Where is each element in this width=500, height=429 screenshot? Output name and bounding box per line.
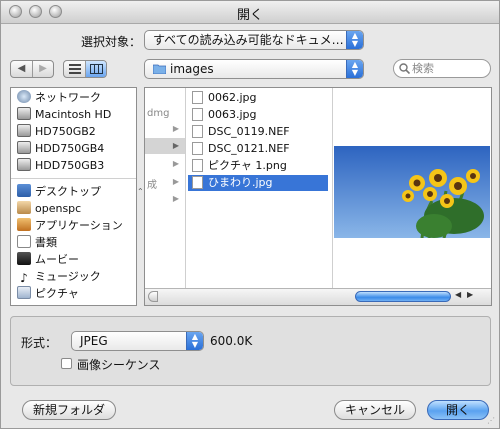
filter-label: 選択対象：	[81, 35, 142, 49]
image-file-icon	[192, 159, 203, 172]
horizontal-scrollbar[interactable]: ◀ ▶	[145, 288, 491, 305]
disclosure-arrow-icon: ▶	[172, 194, 179, 203]
sidebar-item-hdd750gb4[interactable]: HDD750GB4	[17, 141, 104, 157]
popup-arrows-icon: ▲ ▼	[186, 332, 203, 350]
new-folder-button[interactable]: 新規フォルダ	[22, 400, 116, 420]
disclosure-arrow-icon: ▶	[172, 124, 179, 133]
hard-disk-icon	[17, 158, 31, 171]
title-bar: 開く	[1, 1, 499, 24]
back-forward-control: ◀ ▶	[10, 60, 54, 78]
applications-icon	[17, 218, 31, 231]
sidebar-item-hdd750gb3[interactable]: HDD750GB3	[17, 158, 104, 174]
raw-file-icon	[192, 125, 203, 138]
file-row[interactable]: ピクチャ 1.png	[188, 158, 328, 174]
location-value: images	[170, 62, 214, 76]
sidebar-item-documents[interactable]: 書類	[17, 235, 57, 251]
list-view-icon	[68, 64, 81, 74]
network-icon	[17, 90, 31, 103]
format-panel	[10, 316, 491, 386]
image-sequence-label: 画像シーケンス	[77, 358, 161, 372]
filter-popup[interactable]: すべての読み込み可能なドキュメ… ▲ ▼	[144, 30, 364, 50]
disclosure-arrow-icon: ▶	[172, 141, 179, 150]
sidebar-item-network[interactable]: ネットワーク	[17, 90, 101, 106]
open-dialog: 開く 選択対象： すべての読み込み可能なドキュメ… ▲ ▼ ◀ ▶ images …	[0, 0, 500, 429]
folder-icon	[152, 64, 167, 75]
image-file-icon	[192, 108, 203, 121]
forward-button[interactable]: ▶	[33, 61, 53, 77]
column-view-icon	[89, 64, 103, 74]
image-file-icon	[192, 91, 203, 104]
sidebar-item-home[interactable]: openspc	[17, 201, 81, 217]
hard-disk-icon	[17, 124, 31, 137]
parent-column[interactable]: dmg 成 ▶ ▶ ▶ ▶ ▶	[145, 88, 186, 288]
sidebar-item-movies[interactable]: ムービー	[17, 252, 79, 268]
parent-selection-highlight	[145, 138, 185, 154]
cancel-button[interactable]: キャンセル	[334, 400, 416, 420]
hard-disk-icon	[17, 141, 31, 154]
resize-grip-icon[interactable]: ⋰	[487, 416, 497, 426]
movies-icon	[17, 252, 31, 265]
image-sequence-checkbox[interactable]	[61, 358, 72, 369]
quality-size-label: 600.0K	[210, 334, 253, 348]
sidebar-item-macintosh-hd[interactable]: Macintosh HD	[17, 107, 111, 123]
file-list-column: 0062.jpg 0063.jpg DSC_0119.NEF DSC_0121.…	[186, 88, 333, 288]
parent-column-item: 成	[147, 180, 157, 191]
desktop-icon	[17, 184, 31, 197]
image-file-icon	[192, 176, 203, 189]
location-popup[interactable]: images ▲ ▼	[144, 59, 364, 79]
window-title: 開く	[236, 8, 263, 23]
search-icon	[399, 63, 410, 74]
pictures-icon	[17, 286, 31, 299]
file-row-selected[interactable]: ひまわり.jpg	[188, 175, 328, 191]
disclosure-arrow-icon: ▶	[172, 159, 179, 168]
sidebar-item-desktop[interactable]: デスクトップ	[17, 184, 101, 200]
sidebar-item-pictures[interactable]: ピクチャ	[17, 286, 79, 302]
search-placeholder: 検索	[412, 62, 434, 75]
format-label: 形式：	[21, 336, 58, 350]
search-field[interactable]: 検索	[393, 59, 491, 78]
music-icon: ♪	[20, 271, 28, 285]
scroll-right-arrow-icon[interactable]: ▶	[467, 290, 473, 299]
preview-column	[333, 88, 491, 288]
preview-image	[334, 146, 490, 238]
file-row[interactable]: 0062.jpg	[188, 90, 328, 106]
hard-disk-icon	[17, 107, 31, 120]
sidebar-divider	[11, 178, 136, 179]
file-row[interactable]: DSC_0119.NEF	[188, 124, 328, 140]
sidebar-item-hd750gb2[interactable]: HD750GB2	[17, 124, 96, 140]
scroll-left-arrow-icon[interactable]: ◀	[455, 290, 461, 299]
view-mode-control	[63, 60, 107, 78]
column-browser: dmg 成 ▶ ▶ ▶ ▶ ▶ 0062.jpg 0063.jpg DSC_01…	[144, 87, 492, 306]
popup-arrows-icon: ▲ ▼	[346, 60, 363, 78]
filter-value: すべての読み込み可能なドキュメ…	[153, 33, 344, 47]
popup-arrows-icon: ▲ ▼	[346, 31, 363, 49]
raw-file-icon	[192, 142, 203, 155]
back-button[interactable]: ◀	[11, 61, 33, 77]
sidebar-item-music[interactable]: ♪ ミュージック	[17, 269, 101, 285]
scroll-thumb[interactable]	[355, 291, 451, 302]
file-row[interactable]: 0063.jpg	[188, 107, 328, 123]
documents-icon	[17, 235, 31, 248]
sidebar-item-applications[interactable]: アプリケーション	[17, 218, 123, 234]
disclosure-arrow-icon: ▶	[172, 177, 179, 186]
format-value: JPEG	[80, 334, 108, 348]
list-view-button[interactable]	[64, 61, 86, 77]
format-popup[interactable]: JPEG ▲ ▼	[71, 331, 204, 351]
sidebar-resize-handle[interactable]: ⌃	[137, 187, 144, 197]
home-icon	[17, 201, 31, 214]
scroll-track-cap	[148, 291, 158, 302]
file-row[interactable]: DSC_0121.NEF	[188, 141, 328, 157]
open-button[interactable]: 開く	[427, 400, 489, 420]
sidebar: ネットワーク Macintosh HD HD750GB2 HDD750GB4 H…	[10, 87, 137, 306]
column-view-button[interactable]	[86, 61, 106, 77]
parent-column-item: dmg	[147, 108, 170, 119]
